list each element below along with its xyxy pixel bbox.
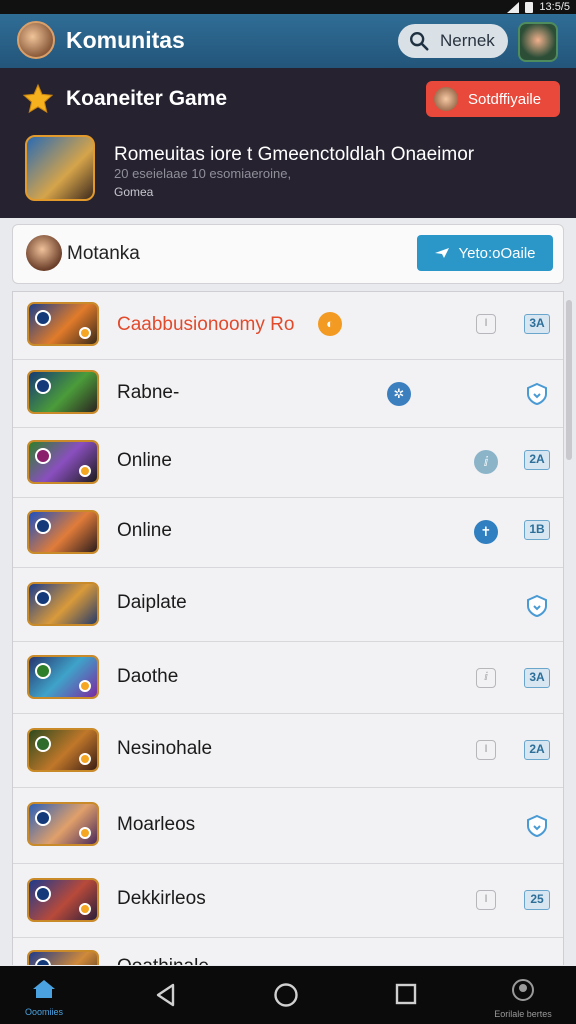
shield-icon[interactable]: [525, 814, 549, 838]
list-item[interactable]: Ooathinale: [13, 938, 563, 965]
featured-action-button[interactable]: Sotdffiyaile: [426, 81, 560, 117]
status-time: 13:5/5: [539, 1, 570, 13]
pin-icon[interactable]: ✝: [474, 520, 498, 544]
game-name: Ooathinale: [117, 956, 209, 965]
game-name: Nesinohale: [117, 738, 213, 759]
community-title: Motanka: [67, 243, 140, 264]
game-name: Moarleos: [117, 814, 196, 835]
count-badge: 3A: [524, 314, 550, 334]
list-item[interactable]: Daiplate: [13, 568, 563, 642]
game-thumbnail: [27, 655, 99, 699]
nav-profile-tab[interactable]: Eorilale bertes: [488, 978, 558, 1019]
search-button[interactable]: Nernek: [398, 24, 508, 58]
signal-icon: [507, 1, 520, 13]
game-thumbnail: [27, 302, 99, 346]
search-icon: [410, 32, 429, 51]
featured-game-thumbnail[interactable]: [25, 135, 95, 201]
featured-action-label: Sotdffiyaile: [468, 90, 542, 108]
count-badge: 2A: [524, 450, 550, 470]
featured-panel: Koaneiter Game Sotdffiyaile Romeuitas io…: [0, 68, 576, 218]
community-card: Motanka Yeto:oOaile: [12, 224, 564, 284]
game-thumbnail: [27, 950, 99, 965]
info-icon[interactable]: ⅈ: [474, 450, 498, 474]
profile-circle-icon: [512, 979, 534, 1001]
community-action-button[interactable]: Yeto:oOaile: [417, 235, 553, 271]
send-icon: [435, 248, 450, 258]
list-item[interactable]: Caabbusionoomy Ro ◐ I 3A: [13, 292, 563, 360]
house-icon: [33, 980, 55, 998]
list-item[interactable]: Online ✝ 1B: [13, 498, 563, 568]
info-icon[interactable]: ⅈ: [476, 668, 496, 688]
shield-icon[interactable]: [525, 382, 549, 406]
info-icon[interactable]: I: [476, 314, 496, 334]
nav-profile-label: Eorilale bertes: [494, 1009, 552, 1019]
list-item[interactable]: Online ⅈ 2A: [13, 428, 563, 498]
back-icon[interactable]: [153, 982, 179, 1008]
game-thumbnail: [27, 510, 99, 554]
scrollbar[interactable]: [566, 300, 572, 460]
list-item[interactable]: Rabne- ✲: [13, 360, 563, 428]
count-badge: 25: [524, 890, 550, 910]
game-list: Caabbusionoomy Ro ◐ I 3A Rabne- ✲ Online…: [12, 291, 564, 965]
list-item[interactable]: Dekkirleos I 25: [13, 864, 563, 938]
game-name: Daothe: [117, 666, 179, 687]
game-thumbnail: [27, 878, 99, 922]
community-action-label: Yeto:oOaile: [458, 244, 536, 262]
featured-subline: 20 eseielaae 10 esomiaeroine,: [114, 166, 292, 181]
info-icon[interactable]: I: [476, 890, 496, 910]
game-thumbnail: [27, 728, 99, 772]
info-icon[interactable]: I: [476, 740, 496, 760]
recents-icon[interactable]: [394, 982, 418, 1006]
coin-icon: ◐: [318, 312, 342, 336]
game-name: Caabbusionoomy Ro: [117, 314, 295, 335]
community-avatar: [26, 235, 62, 271]
list-item[interactable]: Nesinohale I 2A: [13, 714, 563, 788]
game-thumbnail: [27, 802, 99, 846]
featured-headline: Romeuitas iore t Gmeenctoldlah Onaeimor: [114, 144, 475, 165]
game-profile-icon[interactable]: [518, 22, 558, 62]
game-name: Online: [117, 450, 172, 471]
search-label: Nernek: [440, 31, 495, 50]
count-badge: 3A: [524, 668, 550, 688]
count-badge: 2A: [524, 740, 550, 760]
navigation-bar: Ooomiies Eorilale bertes: [0, 966, 576, 1024]
featured-title: Koaneiter Game: [66, 87, 228, 110]
star-icon: [22, 83, 54, 114]
game-thumbnail: [27, 582, 99, 626]
game-name: Dekkirleos: [117, 888, 206, 909]
battery-icon: [525, 1, 534, 13]
nav-home-label: Ooomiies: [24, 1007, 63, 1017]
game-name: Online: [117, 520, 172, 541]
user-avatar[interactable]: [17, 21, 55, 59]
game-thumbnail: [27, 370, 99, 414]
status-bar: 13:5/5: [0, 0, 576, 14]
shield-icon[interactable]: [525, 594, 549, 618]
game-name: Daiplate: [117, 592, 187, 613]
nav-home-tab[interactable]: Ooomiies: [14, 978, 74, 1017]
count-badge: 1B: [524, 520, 550, 540]
app-bar: Komunitas Nernek: [0, 14, 576, 68]
player-mini-avatar: [434, 87, 458, 111]
list-item[interactable]: Moarleos: [13, 788, 563, 864]
featured-tag: Gomea: [114, 185, 154, 199]
game-name: Rabne-: [117, 382, 180, 403]
social-icon[interactable]: ✲: [387, 382, 411, 406]
game-thumbnail: [27, 440, 99, 484]
list-item[interactable]: Daothe ⅈ 3A: [13, 642, 563, 714]
home-circle-icon[interactable]: [273, 982, 299, 1008]
app-title: Komunitas: [66, 27, 185, 53]
